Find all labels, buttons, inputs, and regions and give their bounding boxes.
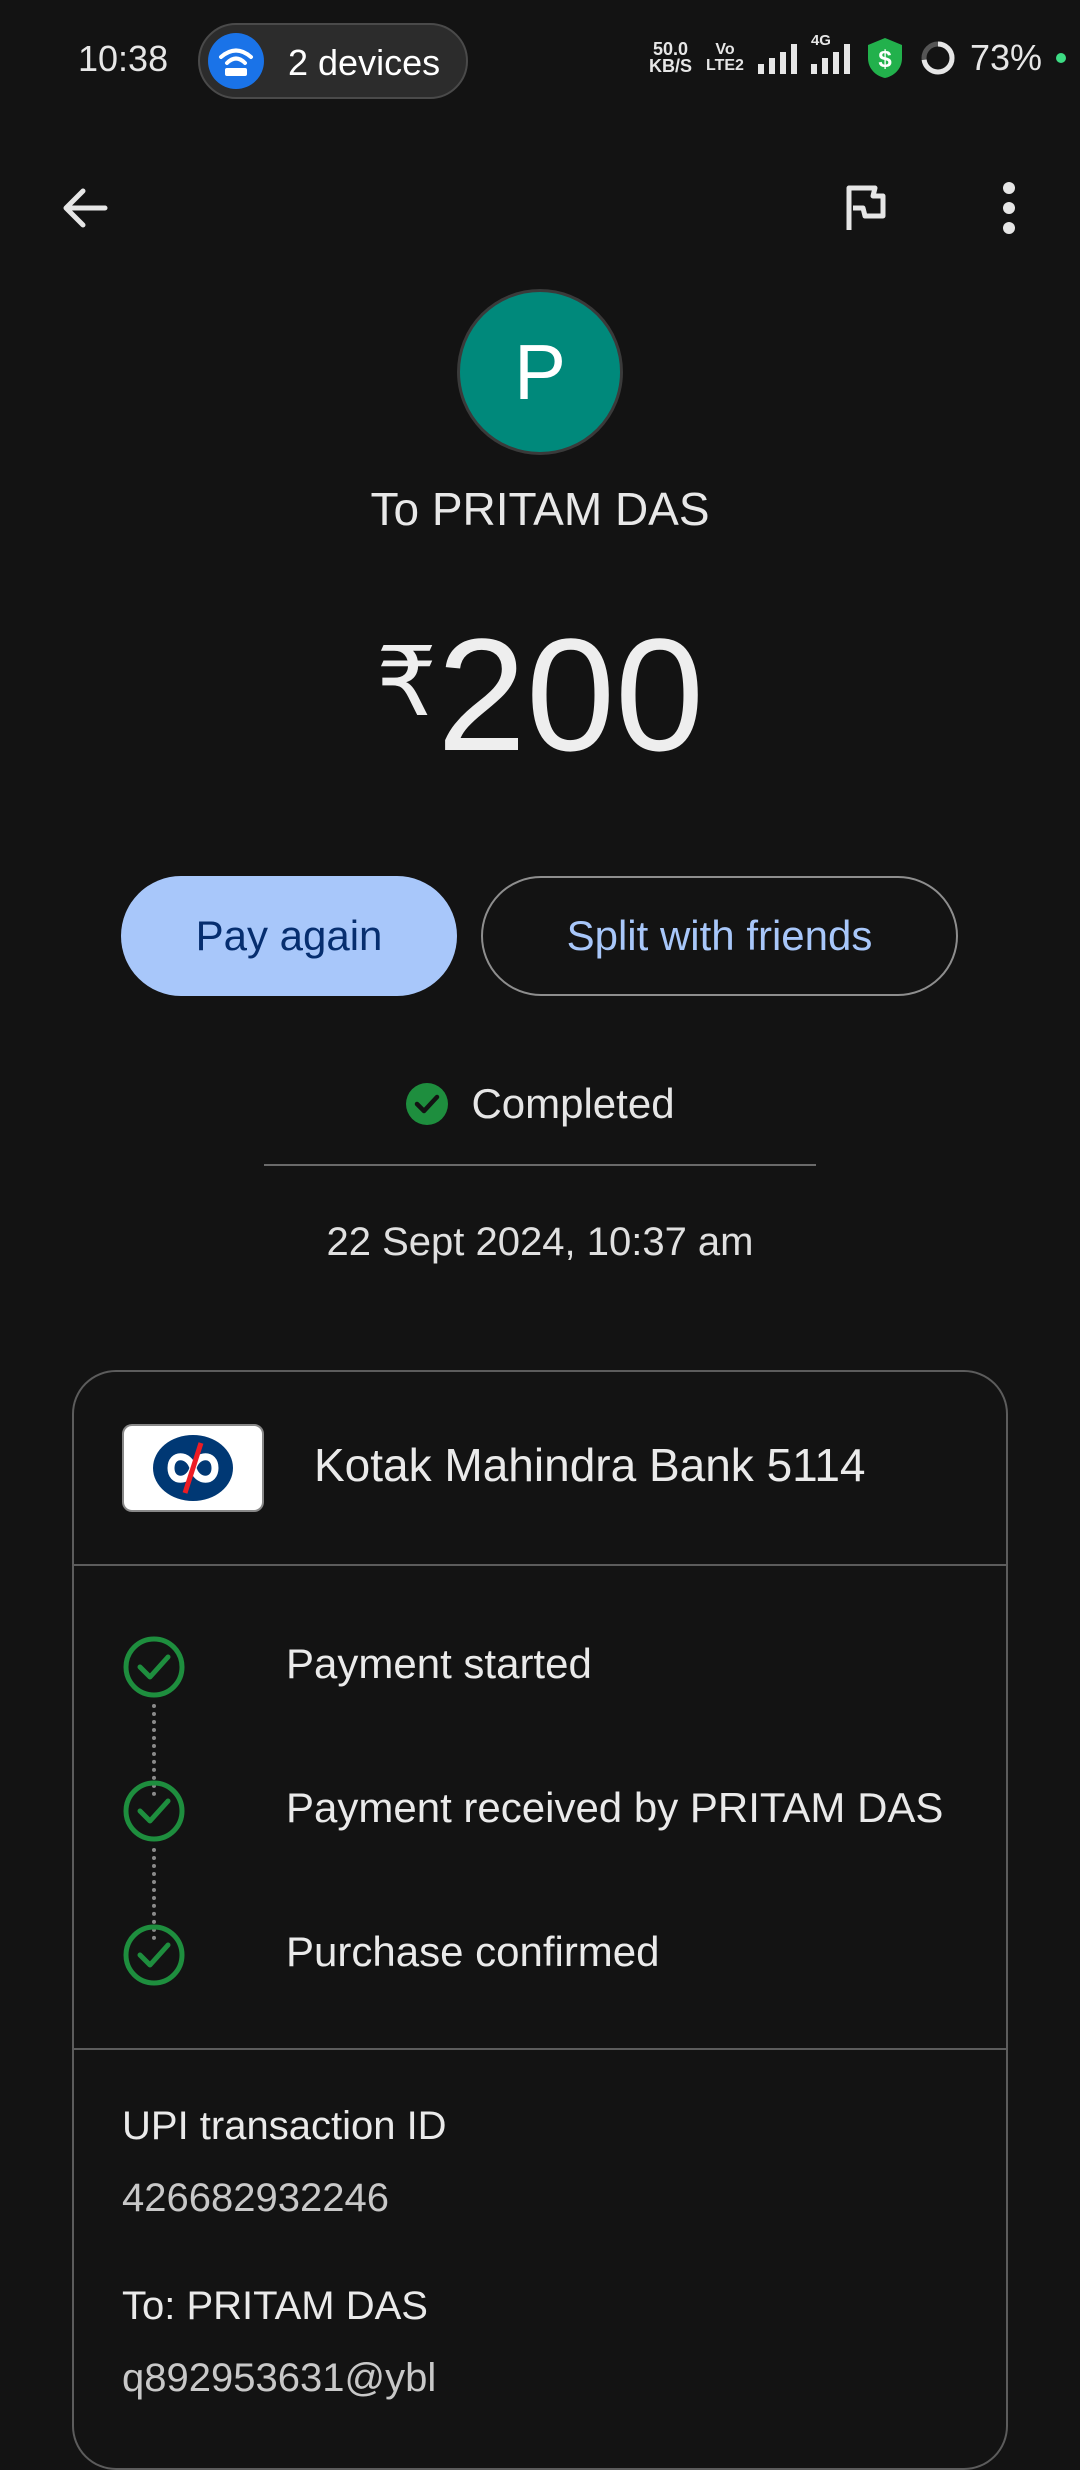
volte-indicator: Vo LTE2	[706, 42, 744, 74]
payee-title: To PRITAM DAS	[370, 483, 710, 535]
hotspot-chip[interactable]: 2 devices	[198, 23, 468, 99]
check-circle-outline-icon	[123, 1780, 185, 1842]
more-options-button[interactable]	[964, 168, 1054, 248]
signal-icon-sim2: 4G	[810, 32, 850, 74]
report-button[interactable]	[820, 168, 910, 248]
to-label: To: PRITAM DAS	[122, 2284, 428, 2328]
split-with-friends-button[interactable]: Split with friends	[481, 876, 958, 996]
step-label: Purchase confirmed	[286, 1928, 660, 1975]
card-divider	[74, 1564, 1006, 1566]
signal-icon-sim1	[757, 42, 797, 74]
bank-logo	[122, 1424, 264, 1512]
hotspot-icon	[208, 33, 264, 89]
shield-dollar-icon: $	[867, 38, 902, 78]
volte-bottom: LTE2	[706, 57, 744, 74]
status-time: 10:38	[78, 38, 169, 79]
pay-again-button[interactable]: Pay again	[121, 876, 457, 996]
status-row: Completed	[0, 1080, 1080, 1128]
step-label: Payment received by PRITAM DAS	[286, 1784, 944, 1831]
check-circle-outline-icon	[123, 1924, 185, 1986]
to-upi-id-value[interactable]: q892953631@ybl	[122, 2356, 436, 2401]
amount: ₹200	[0, 600, 1080, 790]
net-speed: 50.0 KB/S	[648, 40, 692, 76]
kotak-logo-icon	[153, 1435, 233, 1501]
hotspot-label: 2 devices	[288, 42, 441, 83]
divider	[264, 1164, 816, 1166]
back-button[interactable]	[40, 168, 130, 248]
upi-transaction-id-value[interactable]: 426682932246	[122, 2176, 389, 2221]
arrow-back-icon	[63, 188, 108, 228]
flag-icon	[846, 185, 886, 230]
privacy-dot	[1056, 53, 1066, 63]
status-icons: 50.0 KB/S Vo LTE2 4G $ 73%	[648, 32, 1066, 80]
step-purchase-confirmed: Purchase confirmed	[122, 1920, 660, 1990]
net-speed-unit: KB/S	[648, 56, 692, 76]
upi-transaction-id-label: UPI transaction ID	[122, 2104, 447, 2148]
status-bar: 10:38 2 devices 50.0 KB/S Vo LTE2 4G $ 7…	[0, 0, 1080, 124]
currency-symbol: ₹	[375, 629, 438, 736]
network-type: 4G	[810, 32, 831, 49]
battery-level: 73%	[969, 37, 1042, 78]
svg-text:$: $	[878, 46, 892, 73]
bank-name: Kotak Mahindra Bank 5114	[314, 1439, 866, 1491]
step-payment-received: Payment received by PRITAM DAS	[122, 1776, 943, 1846]
more-vert-icon	[1003, 182, 1015, 234]
check-circle-outline-icon	[123, 1636, 185, 1698]
amount-value: 200	[437, 605, 705, 784]
battery-ring-icon	[921, 41, 955, 75]
avatar: P	[457, 289, 623, 455]
check-circle-icon	[406, 1083, 449, 1125]
card-divider	[74, 2048, 1006, 2050]
volte-top: Vo	[715, 41, 735, 58]
transaction-datetime: 22 Sept 2024, 10:37 am	[326, 1220, 754, 1264]
step-payment-started: Payment started	[122, 1632, 592, 1702]
status-label: Completed	[471, 1080, 675, 1127]
transaction-details-card: Kotak Mahindra Bank 5114 Payment started…	[72, 1370, 1008, 2470]
step-label: Payment started	[286, 1640, 592, 1687]
